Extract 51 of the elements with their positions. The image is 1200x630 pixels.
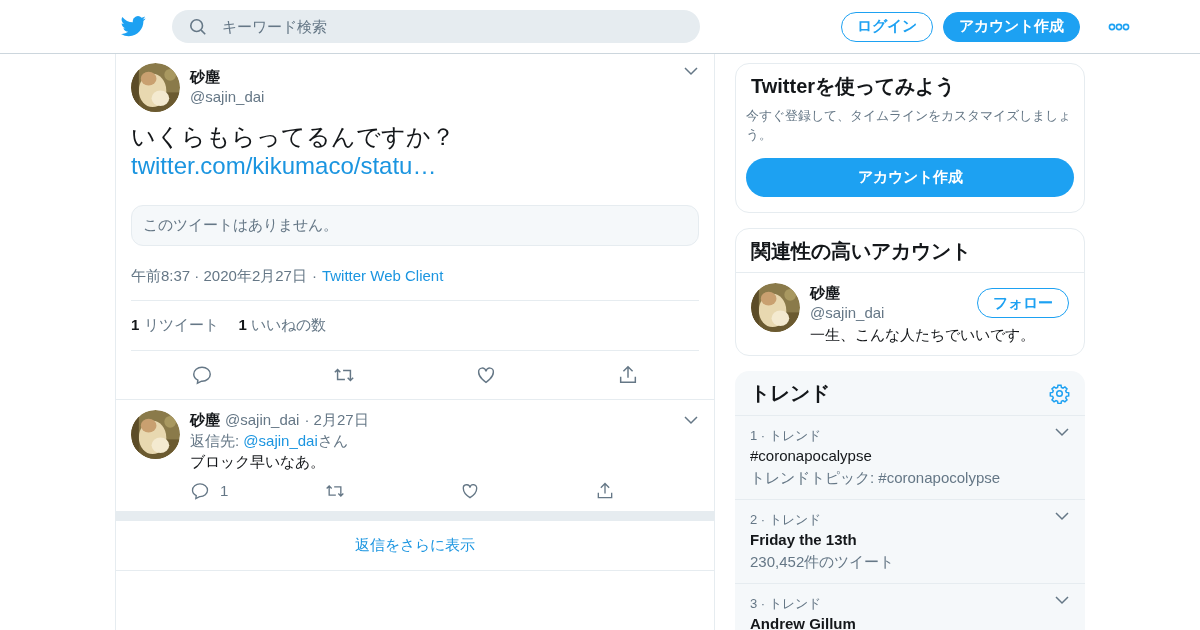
trend-name[interactable]: #coronapocalypse <box>750 445 1001 467</box>
share-icon[interactable] <box>617 364 639 386</box>
settings-icon[interactable] <box>1049 382 1070 404</box>
mention-link[interactable]: @sajin_dai <box>243 430 318 452</box>
signup-button[interactable]: アカウント作成 <box>746 158 1074 197</box>
source-link[interactable]: Twitter Web Client <box>321 264 444 288</box>
signup-button[interactable]: アカウント作成 <box>943 11 1080 42</box>
search-field[interactable]: キーワード検索 <box>172 10 700 43</box>
reply-count: 1 <box>220 481 229 501</box>
caret-icon[interactable] <box>1054 595 1070 605</box>
trend-name[interactable]: Friday the 13th <box>750 529 895 551</box>
tweet-link[interactable]: twitter.com/kikumaco/statu… <box>131 152 437 180</box>
trend-meta: トレンドトピック: #coronapocolypse <box>750 468 1001 488</box>
card-title: 関連性の高いアカウント <box>736 229 1084 273</box>
more-icon[interactable] <box>1108 22 1130 31</box>
reply-to-label: 返信先: <box>190 431 241 451</box>
trend-rank: 2 · トレンド <box>750 511 822 529</box>
honorific-text: さん <box>317 431 348 451</box>
user-handle[interactable]: @sajin_dai <box>225 410 300 430</box>
tweet-date[interactable]: · 2月27日 <box>304 410 369 430</box>
user-name[interactable]: 砂塵 <box>190 67 265 87</box>
reply-icon[interactable] <box>191 364 213 386</box>
trend-rank: 3 · トレンド <box>750 595 822 613</box>
bird-logo-icon[interactable] <box>121 16 146 37</box>
tweet-text: いくらもらってるんですか？ <box>131 122 456 152</box>
user-name[interactable]: 砂塵 <box>190 410 220 430</box>
trend-name[interactable]: Andrew Gillum <box>750 613 856 630</box>
user-handle[interactable]: @sajin_dai <box>810 303 885 323</box>
tweet-timestamp[interactable]: 午前8:37 · 2020年2月27日 <box>131 264 307 288</box>
reply-text: ブロック早いなあ。 <box>190 452 326 472</box>
stat-count[interactable]: 1 いいねの数 <box>238 314 327 337</box>
card-title: Twitterを使ってみよう <box>750 74 957 99</box>
heart-icon[interactable] <box>475 364 497 386</box>
trends-title: トレンド <box>750 381 830 406</box>
user-bio: 一生、こんな人たちでいいです。 <box>810 325 1036 345</box>
caret-icon[interactable] <box>683 66 699 76</box>
user-handle[interactable]: @sajin_dai <box>190 87 265 107</box>
caret-icon[interactable] <box>1054 427 1070 437</box>
caret-icon[interactable] <box>1054 511 1070 521</box>
trend-rank: 1 · トレンド <box>750 427 822 445</box>
separator-dot: · <box>311 265 317 286</box>
stat-count[interactable]: 1 リツイート <box>131 314 219 337</box>
reply-icon[interactable] <box>190 481 210 502</box>
trend-meta: 230,452件のツイート <box>750 552 895 572</box>
login-button[interactable]: ログイン <box>841 11 933 42</box>
card-text: 今すぐ登録して、タイムラインをカスタマイズしましょう。 <box>746 107 1072 144</box>
quoted-tweet-unavailable: このツイートはありません。 <box>131 205 699 246</box>
search-icon <box>189 18 207 36</box>
user-name[interactable]: 砂塵 <box>810 283 885 303</box>
show-more-replies-link[interactable]: 返信をさらに表示 <box>355 534 475 557</box>
caret-icon[interactable] <box>683 415 699 425</box>
